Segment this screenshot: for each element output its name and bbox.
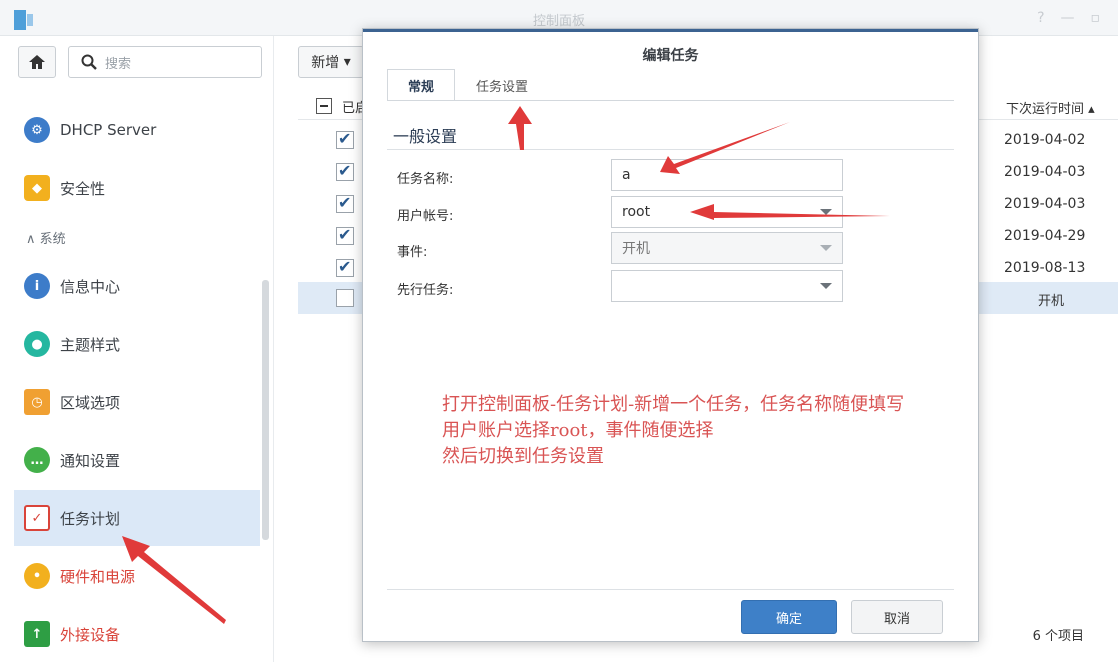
info-icon: i [24, 273, 50, 299]
chevron-down-icon [820, 245, 832, 251]
user-account-label: 用户帐号: [397, 209, 454, 224]
sidebar-item-dhcp[interactable]: ⚙ DHCP Server [14, 102, 260, 158]
sidebar-item-notification[interactable]: … 通知设置 [14, 432, 260, 488]
row-checkbox[interactable] [336, 129, 354, 149]
ok-button[interactable]: 确定 [741, 600, 837, 634]
help-icon[interactable]: ? [1037, 10, 1044, 26]
prereq-task-select[interactable] [611, 270, 843, 302]
event-label: 事件: [397, 245, 428, 260]
palette-icon: ● [24, 331, 50, 357]
task-name-label: 任务名称: [397, 172, 454, 187]
calendar-icon: ✓ [24, 505, 50, 531]
select-all-checkbox[interactable] [316, 98, 332, 114]
sidebar-item-task-scheduler[interactable]: ✓ 任务计划 [14, 490, 260, 546]
chevron-up-icon: ∧ [26, 232, 36, 247]
item-count: 6 个项目 [1032, 629, 1084, 644]
sidebar-item-external-devices[interactable]: ↑ 外接设备 [14, 606, 260, 662]
sidebar: 搜索 ⚙ DHCP Server ◆ 安全性 ∧ 系统 i 信息中心 ● 主题样… [0, 36, 274, 662]
event-select[interactable]: 开机 [611, 232, 843, 264]
maximize-icon[interactable]: ▫ [1091, 10, 1101, 26]
user-account-select[interactable]: root [611, 196, 843, 228]
region-icon: ◷ [24, 389, 50, 415]
home-icon [29, 55, 45, 69]
dialog-title: 编辑任务 [642, 48, 699, 64]
annotation-text: 打开控制面板-任务计划-新增一个任务，任务名称随便填写 用户账户选择root，事… [442, 394, 905, 467]
chat-icon: … [24, 447, 50, 473]
tab-general[interactable]: 常规 [387, 69, 456, 101]
task-name-input[interactable]: a [611, 159, 843, 191]
row-checkbox[interactable] [336, 161, 354, 181]
col-next-run[interactable]: 下次运行时间 ▴ [1006, 98, 1095, 117]
sidebar-item-security[interactable]: ◆ 安全性 [14, 160, 260, 216]
prereq-task-label: 先行任务: [397, 283, 454, 298]
sidebar-item-hardware-power[interactable]: • 硬件和电源 [14, 548, 260, 604]
row-checkbox[interactable] [336, 289, 354, 307]
home-button[interactable] [18, 46, 56, 78]
section-system[interactable]: ∧ 系统 [26, 228, 66, 247]
edit-task-dialog: 编辑任务 常规 任务设置 一般设置 任务名称: a 用户帐号: root 事件:… [362, 28, 979, 642]
row-checkbox[interactable] [336, 257, 354, 277]
shield-icon: ◆ [24, 175, 50, 201]
row-checkbox[interactable] [336, 225, 354, 245]
chevron-down-icon [820, 283, 832, 289]
sidebar-scrollbar[interactable] [262, 280, 269, 540]
sidebar-item-info-center[interactable]: i 信息中心 [14, 258, 260, 314]
window-title: 控制面板 [532, 14, 585, 29]
upload-icon: ↑ [24, 621, 50, 647]
sidebar-item-region[interactable]: ◷ 区域选项 [14, 374, 260, 430]
minimize-icon[interactable]: — [1061, 10, 1075, 26]
new-button[interactable]: 新增 ▾ [298, 46, 364, 78]
row-checkbox[interactable] [336, 193, 354, 213]
search-icon [81, 54, 97, 70]
cancel-button[interactable]: 取消 [851, 600, 943, 634]
bulb-icon: • [24, 563, 50, 589]
chevron-down-icon [820, 209, 832, 215]
dhcp-icon: ⚙ [24, 117, 50, 143]
sidebar-item-theme[interactable]: ● 主题样式 [14, 316, 260, 372]
search-input[interactable]: 搜索 [68, 46, 262, 78]
search-placeholder: 搜索 [105, 56, 132, 72]
tab-task-settings[interactable]: 任务设置 [455, 69, 549, 101]
section-title: 一般设置 [393, 127, 458, 146]
